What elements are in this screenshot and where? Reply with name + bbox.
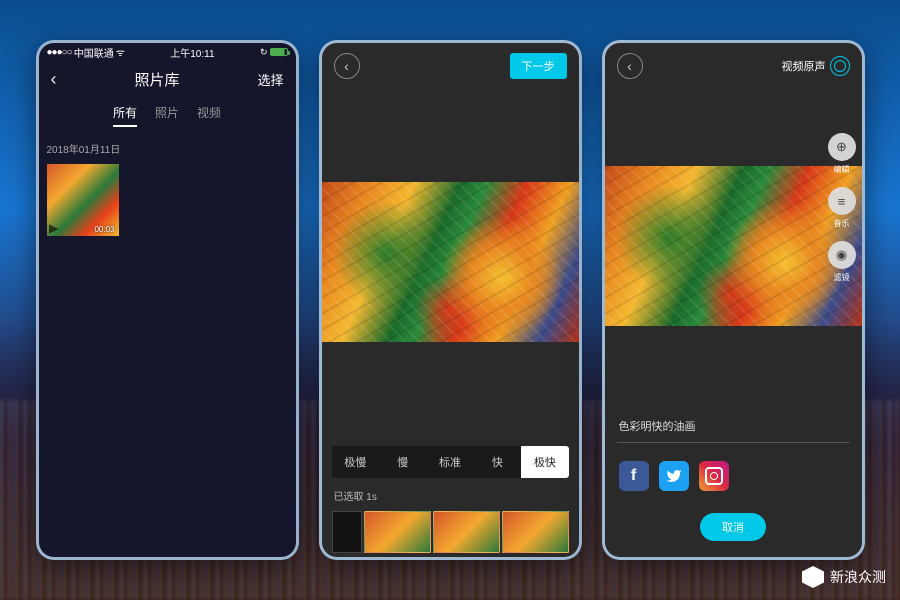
phone-screen-library: ●●●○○ 中国联通 ᯤ 上午10:11 ↻ ‹ 照片库 选择 所有 照片 视频… bbox=[36, 40, 299, 560]
speed-normal[interactable]: 标准 bbox=[426, 446, 473, 478]
timeline-segment[interactable] bbox=[502, 511, 569, 553]
share-buttons: f bbox=[605, 451, 862, 501]
preview-area bbox=[322, 89, 579, 434]
video-preview[interactable] bbox=[605, 166, 862, 326]
watermark: 新浪众测 bbox=[802, 566, 886, 588]
speed-very-fast[interactable]: 极快 bbox=[521, 446, 568, 478]
share-twitter[interactable] bbox=[659, 461, 689, 491]
watermark-text: 新浪众测 bbox=[830, 567, 886, 587]
tool-label: 音乐 bbox=[834, 218, 850, 229]
watermark-cube-icon bbox=[802, 566, 824, 588]
back-button[interactable]: ‹ bbox=[51, 69, 57, 90]
nav-bar: ‹ 照片库 选择 bbox=[39, 61, 296, 98]
audio-label-text: 视频原声 bbox=[782, 58, 826, 74]
video-preview[interactable] bbox=[322, 182, 579, 342]
speed-very-slow[interactable]: 极慢 bbox=[332, 446, 379, 478]
back-button[interactable]: ‹ bbox=[334, 53, 360, 79]
preview-area bbox=[605, 89, 862, 402]
tab-all[interactable]: 所有 bbox=[113, 104, 137, 127]
audio-source[interactable]: 视频原声 bbox=[782, 56, 850, 76]
caption-input[interactable]: 色彩明快的油画 bbox=[617, 410, 850, 443]
status-time: 上午10:11 bbox=[170, 45, 214, 60]
battery-icon bbox=[270, 48, 288, 56]
wifi-icon: ᯤ bbox=[116, 45, 125, 59]
editor-header: ‹ 下一步 bbox=[322, 43, 579, 89]
cancel-button[interactable]: 取消 bbox=[700, 513, 766, 541]
music-icon: ≡ bbox=[828, 187, 856, 215]
tab-photo[interactable]: 照片 bbox=[155, 104, 179, 127]
speed-selector: 极慢 慢 标准 快 极快 bbox=[332, 446, 569, 478]
tab-video[interactable]: 视频 bbox=[197, 104, 221, 127]
timeline[interactable] bbox=[322, 507, 579, 557]
share-instagram[interactable] bbox=[699, 461, 729, 491]
status-bar: ●●●○○ 中国联通 ᯤ 上午10:11 ↻ bbox=[39, 43, 296, 61]
next-button[interactable]: 下一步 bbox=[510, 53, 567, 79]
library-tabs: 所有 照片 视频 bbox=[39, 98, 296, 137]
back-button[interactable]: ‹ bbox=[617, 53, 643, 79]
speed-slow[interactable]: 慢 bbox=[379, 446, 426, 478]
bluetooth-icon: ↻ bbox=[260, 47, 268, 58]
date-header: 2018年01月11日 bbox=[39, 137, 296, 160]
signal-dots: ●●●○○ bbox=[47, 47, 72, 58]
tool-music[interactable]: ≡ 音乐 bbox=[828, 187, 856, 229]
phone-screen-editor: ‹ 下一步 极慢 慢 标准 快 极快 已选取 1s bbox=[319, 40, 582, 560]
tool-label: 编辑 bbox=[834, 164, 850, 175]
carrier-label: 中国联通 bbox=[74, 45, 114, 60]
edit-icon: ⊕ bbox=[828, 133, 856, 161]
tool-filter[interactable]: ◉ 滤镜 bbox=[828, 241, 856, 283]
disc-icon bbox=[830, 56, 850, 76]
publish-header: ‹ 视频原声 bbox=[605, 43, 862, 89]
nav-title: 照片库 bbox=[134, 69, 179, 90]
share-facebook[interactable]: f bbox=[619, 461, 649, 491]
side-toolbar: ⊕ 编辑 ≡ 音乐 ◉ 滤镜 bbox=[828, 133, 856, 283]
video-thumbnail[interactable]: 00:03 bbox=[47, 164, 119, 236]
timeline-segment[interactable] bbox=[433, 511, 500, 553]
tool-label: 滤镜 bbox=[834, 272, 850, 283]
select-button[interactable]: 选择 bbox=[257, 70, 283, 89]
phone-screen-publish: ‹ 视频原声 ⊕ 编辑 ≡ 音乐 ◉ 滤镜 色彩明快的油画 f bbox=[602, 40, 865, 560]
filter-icon: ◉ bbox=[828, 241, 856, 269]
timeline-segment[interactable] bbox=[364, 511, 431, 553]
tool-edit[interactable]: ⊕ 编辑 bbox=[828, 133, 856, 175]
selection-duration: 已选取 1s bbox=[322, 484, 579, 507]
timeline-segment[interactable] bbox=[332, 511, 362, 553]
thumb-duration: 00:03 bbox=[94, 225, 114, 234]
speed-fast[interactable]: 快 bbox=[474, 446, 521, 478]
